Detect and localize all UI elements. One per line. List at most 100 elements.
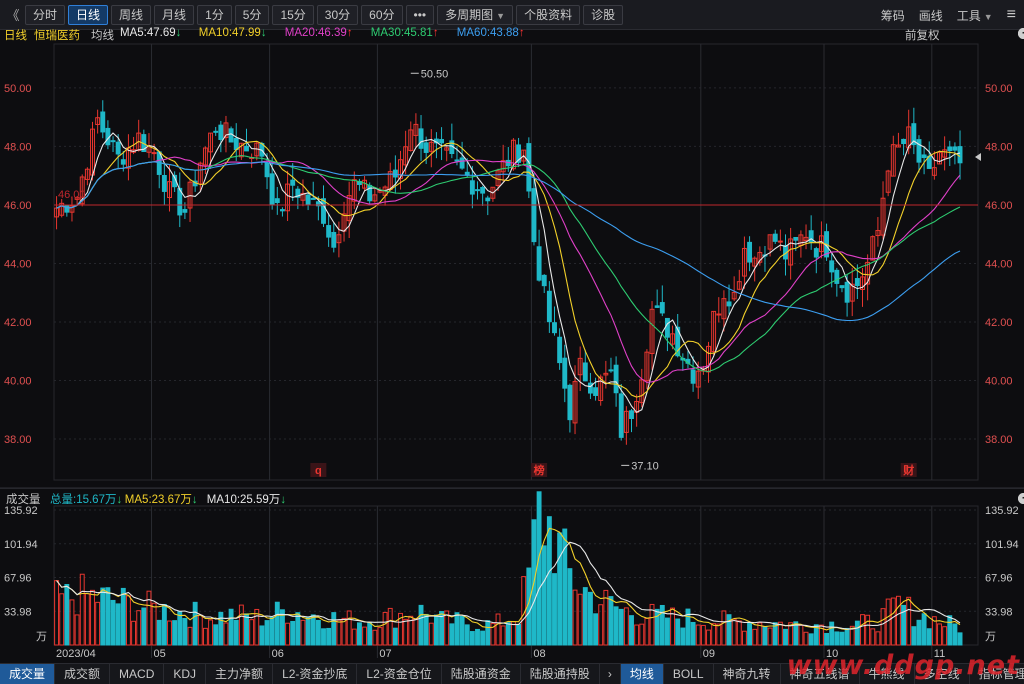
- volume-bar: [552, 573, 557, 646]
- volume-bar: [500, 625, 506, 646]
- volume-bar: [485, 620, 491, 646]
- volume-tick-right: 67.96: [985, 573, 1013, 585]
- candle-body: [808, 230, 814, 243]
- low-label: 37.10: [631, 460, 659, 472]
- candle-body: [690, 369, 696, 384]
- candle-body: [115, 141, 121, 155]
- volume-bar: [228, 608, 234, 646]
- volume-bar: [921, 613, 927, 646]
- candle-body: [264, 162, 270, 178]
- event-marker: 榜: [534, 463, 545, 477]
- candle-body: [593, 387, 599, 396]
- candle-body: [901, 138, 907, 145]
- volume-bar: [911, 626, 917, 646]
- volume-bar: [618, 608, 624, 646]
- indicator-tab-4[interactable]: 主力净额: [206, 664, 274, 684]
- price-tick-right: 50.00: [985, 83, 1013, 95]
- volume-bar: [454, 612, 460, 646]
- volume-bar: [505, 622, 511, 646]
- volume-bar: [182, 618, 188, 646]
- indicator-tab-11[interactable]: 神奇九转: [714, 664, 781, 684]
- candle-body: [120, 159, 126, 165]
- volume-bar: [264, 620, 270, 646]
- price-reference-label: 46.00: [58, 189, 86, 201]
- volume-bar: [59, 593, 65, 646]
- volume-bar: [829, 621, 835, 646]
- volume-bar: [629, 615, 634, 646]
- price-tick-right: 38.00: [985, 434, 1013, 446]
- volume-bar: [890, 597, 896, 646]
- candle-body: [110, 140, 116, 143]
- candle-body: [392, 169, 398, 178]
- volume-bar: [79, 573, 85, 646]
- indicator-tab-9[interactable]: 均线: [620, 664, 664, 684]
- indicator-tab-1[interactable]: 成交额: [55, 664, 111, 684]
- price-tick-left: 42.00: [4, 317, 32, 329]
- volume-bar: [274, 601, 280, 646]
- volume-unit-left: 万: [36, 631, 47, 643]
- indicator-tab-6[interactable]: L2-资金仓位: [357, 664, 442, 684]
- volume-bar: [392, 627, 398, 646]
- candle-body: [100, 111, 106, 133]
- legend-item-0: 总量:15.67万↓: [50, 491, 122, 507]
- volume-bar: [136, 610, 142, 646]
- indicator-tab-0[interactable]: 成交量: [0, 664, 56, 684]
- price-frame: [53, 43, 979, 481]
- volume-bar: [572, 589, 578, 646]
- indicator-tab-3[interactable]: KDJ: [164, 664, 207, 684]
- volume-bar: [613, 606, 619, 646]
- volume-bar: [947, 615, 953, 646]
- volume-bar: [223, 622, 229, 646]
- candle-body: [418, 128, 424, 149]
- volume-tick-right: 33.98: [985, 606, 1013, 618]
- volume-bar: [290, 620, 296, 646]
- scroll-right-icon[interactable]: ›: [600, 664, 621, 684]
- event-marker: 财: [902, 463, 914, 477]
- watermark: www.ddgp.net: [786, 650, 1020, 681]
- kline-chart[interactable]: 50.00 50.00 48.00 48.00 46.00 46.00 44.00 44.00…: [0, 0, 1024, 684]
- candle-body: [151, 152, 157, 155]
- settings-icon[interactable]: ·: [1018, 493, 1024, 504]
- indicator-tab-5[interactable]: L2-资金抄底: [273, 664, 358, 684]
- volume-bar: [752, 628, 758, 646]
- indicator-tab-2[interactable]: MACD: [110, 664, 165, 684]
- candle-body: [244, 145, 249, 152]
- volume-bar: [300, 619, 306, 646]
- candle-body: [423, 142, 429, 153]
- volume-bar: [54, 580, 60, 646]
- price-tick-right: 44.00: [985, 258, 1013, 270]
- volume-bar: [269, 616, 275, 646]
- volume-bar: [659, 604, 665, 646]
- volume-bar: [731, 618, 737, 646]
- candle-body: [716, 313, 722, 316]
- candle-body: [269, 173, 275, 205]
- indicator-tab-10[interactable]: BOLL: [664, 664, 714, 684]
- volume-bar: [587, 591, 593, 646]
- volume-bar: [952, 623, 958, 646]
- volume-bar: [865, 614, 871, 646]
- volume-bar: [680, 627, 686, 646]
- indicator-tab-8[interactable]: 陆股通持股: [521, 664, 600, 684]
- volume-bar: [675, 618, 681, 646]
- candle-body: [480, 186, 486, 194]
- candle-body: [659, 302, 665, 314]
- candle-body: [613, 364, 619, 394]
- volume-bar: [582, 587, 588, 646]
- volume-bar: [213, 624, 219, 646]
- volume-bar: [937, 623, 942, 646]
- volume-bar: [346, 610, 352, 646]
- candle-body: [233, 137, 239, 151]
- candle-body: [747, 241, 753, 263]
- indicator-tab-7[interactable]: 陆股通资金: [442, 664, 521, 684]
- candle-body: [182, 209, 188, 213]
- candle-body: [546, 290, 552, 323]
- legend-value: 总量:15.67万: [50, 494, 117, 506]
- candle-body: [326, 225, 332, 238]
- price-tick-right: 46.00: [985, 200, 1013, 212]
- volume-bar: [428, 622, 434, 646]
- volume-bar: [218, 611, 224, 646]
- volume-bar: [870, 628, 876, 646]
- volume-bar: [690, 621, 696, 646]
- volume-unit-right: 万: [985, 631, 996, 643]
- volume-bar: [495, 613, 501, 646]
